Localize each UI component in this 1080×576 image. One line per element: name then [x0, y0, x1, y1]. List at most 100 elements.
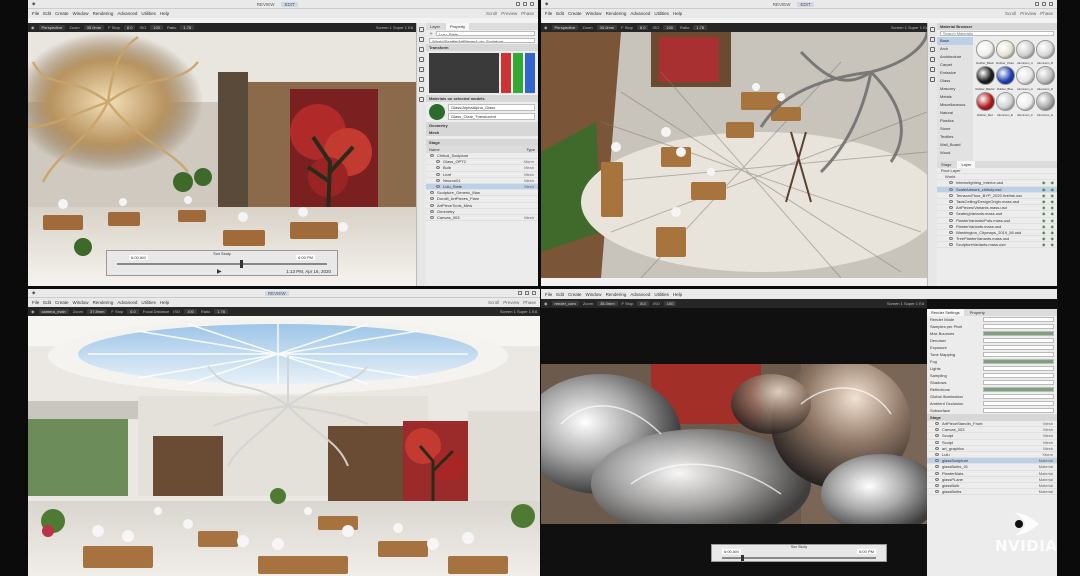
timeline-start-time[interactable]: 6:00 AM — [129, 255, 148, 260]
layer-visibility-icon[interactable]: ◉ — [1042, 205, 1046, 210]
select-tool-icon[interactable] — [419, 27, 424, 32]
timeline-start-time[interactable]: 6:00 AM — [722, 549, 741, 554]
move-tool-icon[interactable] — [419, 37, 424, 42]
screen-select[interactable]: Screen 1 Super 1 Ed — [376, 25, 413, 30]
prim-name-field[interactable]: Lulu_Stele — [436, 31, 535, 36]
material-field[interactable]: Glass/AlphaAlpha_Glass — [448, 104, 535, 111]
visibility-eye-icon[interactable] — [436, 185, 440, 189]
layer-lock-icon[interactable]: ◉ — [1051, 236, 1055, 241]
material-category-item[interactable]: Base — [937, 37, 973, 45]
menu-file[interactable]: File — [32, 11, 39, 16]
material-swatch[interactable]: Rubber_Violet — [995, 39, 1015, 65]
tab-render-settings[interactable]: Render Settings — [927, 309, 964, 316]
snap-tool-icon[interactable] — [930, 67, 935, 72]
measure-tool-icon[interactable] — [419, 97, 424, 102]
render-setting-field[interactable] — [983, 408, 1054, 413]
menu-rendering[interactable]: Rendering — [606, 292, 627, 297]
section-geometry[interactable]: Geometry — [426, 122, 538, 129]
menu-window[interactable]: Window — [586, 292, 602, 297]
layer-lock-icon[interactable]: ◉ — [1051, 211, 1055, 216]
layer-lock-icon[interactable]: ◉ — [1051, 199, 1055, 204]
menu-help[interactable]: Help — [160, 11, 169, 16]
camera-select[interactable]: Perspective — [551, 25, 579, 30]
visibility-eye-icon[interactable] — [430, 215, 434, 219]
visibility-eye-icon[interactable] — [436, 172, 440, 176]
menu-advanced[interactable]: Advanced — [630, 11, 650, 16]
material-swatch[interactable]: Aluminum_A — [1015, 39, 1035, 65]
visibility-eye-icon[interactable] — [436, 166, 440, 170]
layer-lock-icon[interactable]: ◉ — [1051, 230, 1055, 235]
visibility-eye-icon[interactable] — [935, 440, 939, 444]
preview-toggle[interactable]: Preview — [503, 300, 519, 305]
visibility-eye-icon[interactable] — [935, 422, 939, 426]
render-setting-field[interactable] — [983, 352, 1054, 357]
add-icon[interactable]: ＋ — [429, 31, 433, 37]
menu-create[interactable]: Create — [568, 292, 582, 297]
snap-tool-icon[interactable] — [419, 67, 424, 72]
tab-layer[interactable]: Layer — [426, 23, 444, 30]
visibility-eye-icon[interactable] — [935, 434, 939, 438]
menu-help[interactable]: Help — [673, 11, 682, 16]
render-setting-field[interactable] — [983, 338, 1054, 343]
material-category-item[interactable]: Natural — [937, 109, 973, 117]
menu-utilities[interactable]: Utilities — [654, 292, 669, 297]
close-icon[interactable] — [531, 291, 536, 295]
eye-icon[interactable]: ◉ — [31, 309, 35, 314]
fstop-field[interactable]: 8.0 — [636, 25, 649, 30]
close-icon[interactable] — [530, 2, 534, 6]
maximize-icon[interactable] — [523, 2, 527, 6]
viewport-render-bl[interactable] — [28, 316, 540, 576]
menu-window[interactable]: Window — [586, 11, 602, 16]
rotate-tool-icon[interactable] — [419, 47, 424, 52]
visibility-eye-icon[interactable] — [430, 209, 434, 213]
material-category-item[interactable]: Metals — [937, 93, 973, 101]
visibility-eye-icon[interactable] — [430, 197, 434, 201]
move-tool-icon[interactable] — [930, 37, 935, 42]
screen-select[interactable]: Screen 1 Super 1 Ed — [500, 309, 537, 314]
timeline-end-time[interactable]: 6:00 PM — [296, 255, 315, 260]
visibility-eye-icon[interactable] — [935, 477, 939, 481]
iso-field[interactable]: 100 — [663, 301, 677, 306]
material-category-item[interactable]: Miscellaneous — [937, 101, 973, 109]
layer-visibility-icon[interactable]: ◉ — [1042, 199, 1046, 204]
material-category-item[interactable]: Masonry — [937, 85, 973, 93]
tab-stage[interactable]: Stage — [937, 161, 955, 168]
material-swatch[interactable]: Aluminum_D — [1035, 65, 1055, 91]
maximize-icon[interactable] — [524, 291, 529, 295]
visibility-eye-icon[interactable] — [436, 178, 440, 182]
rotate-tool-icon[interactable] — [930, 47, 935, 52]
ratio-field[interactable]: 1.78 — [214, 309, 228, 314]
menu-edit[interactable]: Edit — [556, 11, 564, 16]
minimize-icon[interactable] — [517, 291, 522, 295]
prim-path-field[interactable]: /World/Seattle/ArtPieces/Lulu_Sculpture — [429, 38, 535, 43]
material-category-item[interactable]: Carpet — [937, 61, 973, 69]
visibility-eye-icon[interactable] — [935, 483, 939, 487]
menu-utilities[interactable]: Utilities — [654, 11, 669, 16]
section-transform[interactable]: Transform — [426, 44, 538, 51]
menu-advanced[interactable]: Advanced — [117, 300, 137, 305]
layer-visibility-icon[interactable]: ◉ — [1042, 242, 1046, 247]
scroll-toggle[interactable]: Scroll — [1005, 11, 1016, 16]
viewport-render-tr[interactable] — [541, 32, 927, 278]
light-tool-icon[interactable] — [419, 87, 424, 92]
timeline-end-time[interactable]: 6:00 PM — [857, 549, 876, 554]
material-swatch[interactable]: Rubber_Black — [975, 39, 995, 65]
focal-length-field[interactable]: 35.0mm — [596, 25, 618, 30]
menu-edit[interactable]: Edit — [556, 292, 564, 297]
render-setting-field[interactable] — [983, 373, 1054, 378]
material-category-item[interactable]: Glass — [937, 77, 973, 85]
timeline-track[interactable] — [722, 557, 876, 559]
timeline-scrubber[interactable] — [239, 260, 243, 268]
menu-help[interactable]: Help — [160, 300, 169, 305]
visibility-eye-icon[interactable] — [935, 453, 939, 457]
menu-edit[interactable]: Edit — [43, 300, 51, 305]
menu-edit[interactable]: Edit — [43, 11, 51, 16]
layer-visibility-icon[interactable]: ◉ — [1042, 224, 1046, 229]
menu-rendering[interactable]: Rendering — [606, 11, 627, 16]
eye-icon[interactable]: ◉ — [544, 301, 548, 306]
eye-icon[interactable]: ◉ — [31, 25, 35, 30]
layer-lock-icon[interactable]: ◉ — [1051, 218, 1055, 223]
camera-tool-icon[interactable] — [930, 77, 935, 82]
material-swatch[interactable]: Aluminum_B — [1035, 39, 1055, 65]
preview-toggle[interactable]: Preview — [501, 11, 517, 16]
